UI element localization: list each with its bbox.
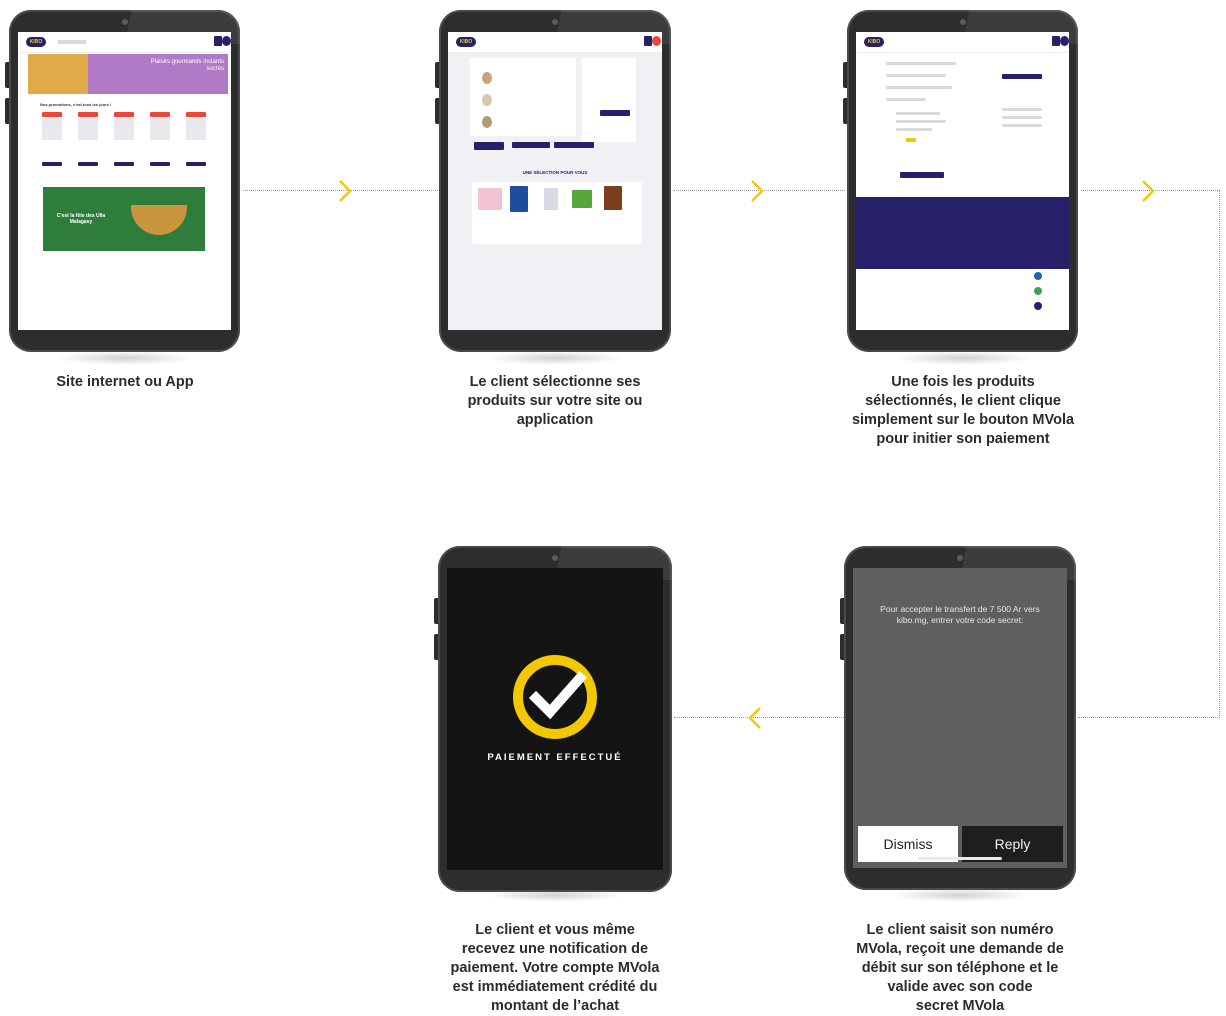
step-4-caption: Le client saisit son numéro MVola, reçoi… <box>856 922 1064 1014</box>
chevron-right-icon <box>751 180 764 202</box>
site-cart-screen: KIBO UNE SÉLECTION POUR VOUS <box>448 32 662 330</box>
mvola-pay-button[interactable] <box>900 172 944 178</box>
connector-down <box>1219 190 1220 718</box>
site-footer <box>856 197 1069 269</box>
home-banner[interactable]: Plaisirs gourmands instants sucrés <box>28 54 228 94</box>
device-shadow <box>890 888 1030 902</box>
step-1-caption: Site internet ou App <box>56 374 194 390</box>
tablet-step-4: Pour accepter le transfert de 7 500 Ar v… <box>840 546 1076 890</box>
step-2-caption: Le client sélectionne ses produits sur v… <box>467 374 643 428</box>
site-logo: KIBO <box>864 37 884 47</box>
site-home-screen: KIBO Plaisirs gourmands instants sucrés … <box>18 32 231 330</box>
site-logo: KIBO <box>26 37 46 47</box>
step-5-caption: Le client et vous même recevez une notif… <box>450 922 660 1014</box>
promo-heading: Nos promotions, c'est tous les jours ! <box>40 102 112 107</box>
connector-4-in <box>1078 717 1220 718</box>
selection-heading: UNE SÉLECTION POUR VOUS <box>522 170 588 175</box>
tablet-step-5: PAIEMENT EFFECTUÉ <box>434 546 672 892</box>
promo-banner[interactable]: C'est la fête des Ulla Malagasy <box>43 187 205 251</box>
tablet-step-3: KIBO <box>843 10 1078 352</box>
chevron-left-icon <box>748 707 761 729</box>
device-shadow <box>55 351 195 365</box>
tablet-step-1: KIBO Plaisirs gourmands instants sucrés … <box>5 10 240 352</box>
chevron-right-icon <box>1142 180 1155 202</box>
notification-message: Pour accepter le transfert de 7 500 Ar v… <box>880 604 1040 625</box>
site-checkout-screen: KIBO <box>856 32 1069 330</box>
device-shadow <box>485 351 625 365</box>
tablet-step-2: KIBO UNE SÉLECTION POUR VOUS <box>435 10 671 352</box>
home-indicator <box>918 857 1002 860</box>
mvola-notification-screen: Pour accepter le transfert de 7 500 Ar v… <box>853 568 1067 868</box>
site-logo: KIBO <box>456 37 476 47</box>
check-circle-icon <box>513 655 597 739</box>
payment-success-label: PAIEMENT EFFECTUÉ <box>487 752 623 763</box>
device-shadow <box>893 351 1033 365</box>
promo-banner-text: C'est la fête des Ulla Malagasy <box>56 213 106 225</box>
payment-success-screen: PAIEMENT EFFECTUÉ <box>447 568 663 870</box>
chevron-right-icon <box>339 180 352 202</box>
mvola-option[interactable] <box>906 138 916 142</box>
banner-text: Plaisirs gourmands instants sucrés <box>150 59 224 72</box>
step-3-caption: Une fois les produits sélectionnés, le c… <box>851 374 1075 447</box>
